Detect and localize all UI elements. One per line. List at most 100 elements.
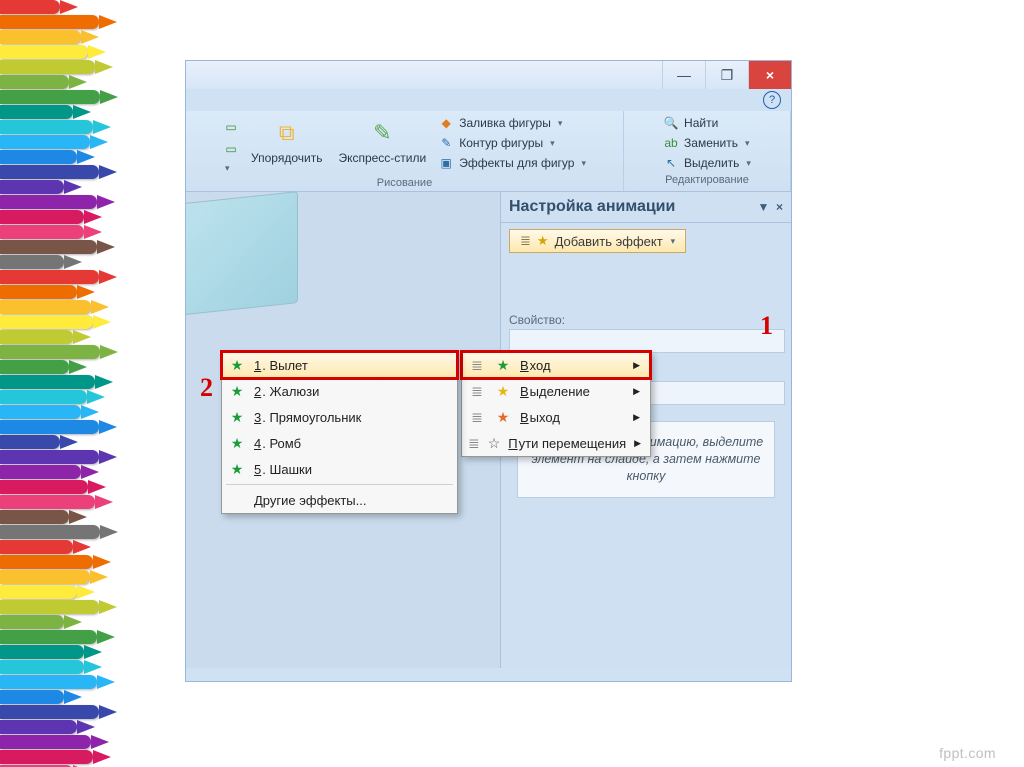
submenu-item-label: 5. Шашки — [254, 462, 312, 477]
ribbon: ▭ ▭ ▾ ⧉ Упорядочить ✎ Экспресс-стили ◆ З… — [186, 111, 791, 192]
ribbon-extra-2-icon[interactable]: ▭ — [223, 141, 239, 157]
submenu-item-label: 1. Вылет — [254, 358, 308, 373]
pencil-16 — [0, 240, 97, 254]
pencil-42 — [0, 630, 97, 644]
dropdown-icon: ▾ — [671, 236, 676, 247]
pencil-23 — [0, 345, 100, 359]
pencil-11 — [0, 165, 99, 179]
pencil-7 — [0, 105, 73, 119]
star-icon: ★ — [494, 408, 512, 426]
select-icon: ↖ — [663, 155, 679, 171]
pencil-20 — [0, 300, 91, 314]
shape-outline-button[interactable]: ✎ Контур фигуры ▾ — [438, 135, 586, 151]
slide-preview — [185, 191, 298, 317]
ribbon-extra-1-icon[interactable]: ▭ — [223, 119, 239, 135]
pencil-5 — [0, 75, 69, 89]
lines-icon: ≣ — [468, 408, 486, 426]
replace-label: Заменить — [684, 136, 738, 150]
panel-controls[interactable]: ▼ × — [757, 200, 783, 214]
lines-icon: ≣ — [468, 434, 480, 452]
lines-icon: ≣ — [468, 356, 486, 374]
pencil-34 — [0, 510, 69, 524]
help-row: ? — [186, 89, 791, 111]
shape-outline-icon: ✎ — [438, 135, 454, 151]
pencil-39 — [0, 585, 77, 599]
maximize-button[interactable]: ❐ — [705, 61, 748, 89]
help-icon[interactable]: ? — [763, 91, 781, 109]
dropdown-icon: ▾ — [746, 158, 751, 169]
shape-fill-icon: ◆ — [438, 115, 454, 131]
find-icon: 🔍 — [663, 115, 679, 131]
menu-item-motion[interactable]: ≣ ☆ Пути перемещения — [462, 430, 650, 456]
add-effect-label: Добавить эффект — [555, 234, 663, 249]
select-button[interactable]: ↖ Выделить ▾ — [663, 155, 751, 171]
submenu-more-label: Другие эффекты... — [254, 493, 366, 508]
find-label: Найти — [684, 116, 718, 130]
submenu-item-1[interactable]: ★ 1. Вылет — [222, 352, 457, 378]
pencil-22 — [0, 330, 73, 344]
pencil-6 — [0, 90, 100, 104]
minimize-button[interactable]: — — [662, 61, 705, 89]
submenu-item-4[interactable]: ★ 4. Ромб — [222, 430, 457, 456]
replace-button[interactable]: ab Заменить ▾ — [663, 135, 751, 151]
menu-item-label: Выход — [520, 410, 560, 425]
property-label: Свойство: — [509, 313, 565, 327]
pencil-19 — [0, 285, 77, 299]
star-icon: ★ — [494, 382, 512, 400]
pencil-37 — [0, 555, 93, 569]
select-label: Выделить — [684, 156, 739, 170]
callout-2: 2 — [200, 375, 213, 401]
star-icon: ☆ — [488, 434, 501, 452]
pencil-0 — [0, 0, 60, 14]
menu-item-label: Пути перемещения — [508, 436, 626, 451]
pencil-33 — [0, 495, 95, 509]
menu-item-exit[interactable]: ≣ ★ Выход — [462, 404, 650, 430]
pencil-45 — [0, 675, 97, 689]
add-effect-button[interactable]: ≣ ★ Добавить эффект ▾ — [509, 229, 686, 253]
star-icon: ★ — [228, 460, 246, 478]
pencil-41 — [0, 615, 64, 629]
menu-item-entrance[interactable]: ≣ ★ Вход — [462, 352, 650, 378]
callout-1: 1 — [760, 313, 773, 339]
star-icon: ★ — [228, 356, 246, 374]
footer-watermark: fppt.com — [939, 745, 996, 761]
pencil-13 — [0, 195, 97, 209]
pencil-43 — [0, 645, 84, 659]
pencil-49 — [0, 735, 91, 749]
star-icon: ★ — [228, 434, 246, 452]
pencil-sidebar — [0, 0, 148, 767]
submenu-item-3[interactable]: ★ 3. Прямоугольник — [222, 404, 457, 430]
pencil-9 — [0, 135, 90, 149]
menu-item-emphasis[interactable]: ≣ ★ Выделение — [462, 378, 650, 404]
pencil-31 — [0, 465, 81, 479]
dropdown-icon: ▾ — [745, 138, 750, 149]
shape-fill-button[interactable]: ◆ Заливка фигуры ▾ — [438, 115, 586, 131]
property-select[interactable] — [509, 329, 785, 353]
submenu-more[interactable]: Другие эффекты... — [222, 487, 457, 513]
app-window: — ❐ × ? ▭ ▭ ▾ ⧉ Упорядочить ✎ Экспресс-с… — [185, 60, 792, 682]
submenu-item-5[interactable]: ★ 5. Шашки — [222, 456, 457, 482]
pencil-29 — [0, 435, 60, 449]
pencil-25 — [0, 375, 95, 389]
ribbon-group-editing-label: Редактирование — [665, 171, 749, 186]
list-icon: ≣ — [520, 233, 531, 249]
pencil-38 — [0, 570, 90, 584]
arrange-button[interactable]: ⧉ Упорядочить — [247, 115, 326, 167]
close-button[interactable]: × — [748, 61, 791, 89]
pencil-1 — [0, 15, 99, 29]
pencil-30 — [0, 450, 99, 464]
property-field: Свойство: — [509, 313, 783, 353]
star-icon: ★ — [494, 356, 512, 374]
find-button[interactable]: 🔍 Найти — [663, 115, 751, 131]
effect-list-menu: ★ 1. Вылет★ 2. Жалюзи★ 3. Прямоугольник★… — [221, 351, 458, 514]
star-icon: ★ — [537, 233, 549, 249]
ribbon-group-drawing-label: Рисование — [377, 174, 432, 189]
quick-styles-button[interactable]: ✎ Экспресс-стили — [334, 115, 430, 167]
shape-effects-button[interactable]: ▣ Эффекты для фигур ▾ — [438, 155, 586, 171]
pencil-32 — [0, 480, 88, 494]
arrange-label: Упорядочить — [251, 151, 322, 165]
submenu-item-2[interactable]: ★ 2. Жалюзи — [222, 378, 457, 404]
pencil-48 — [0, 720, 77, 734]
dropdown-icon: ▾ — [558, 118, 563, 129]
dropdown-icon[interactable]: ▾ — [225, 163, 239, 174]
